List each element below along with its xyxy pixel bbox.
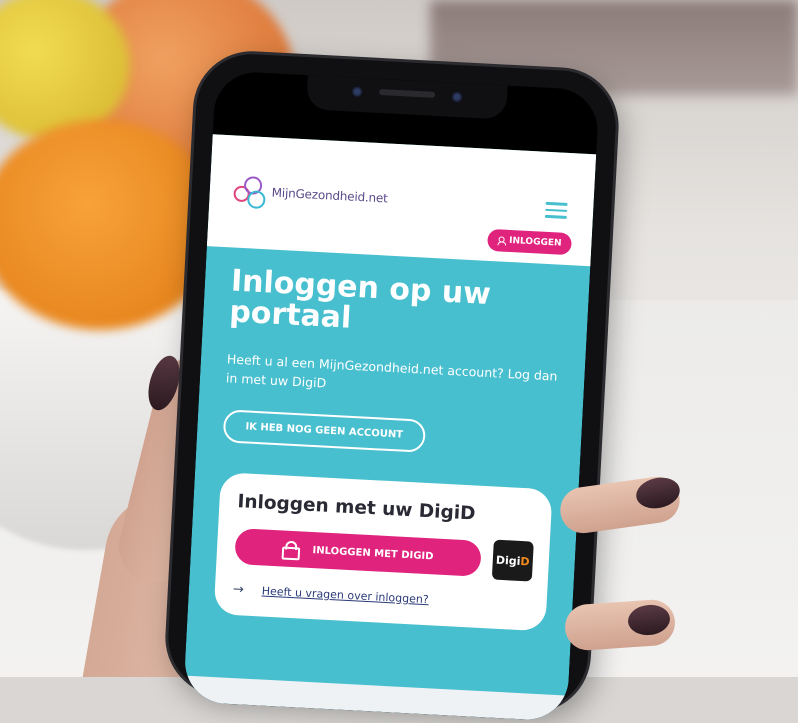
page-footer-strip: [182, 675, 568, 722]
person-icon: [497, 236, 505, 245]
hamburger-icon[interactable]: [544, 201, 568, 219]
digid-logo-text: Digi: [495, 553, 521, 568]
speaker-grille: [379, 88, 436, 98]
lock-icon: [282, 541, 299, 558]
digid-logo: Digi D: [491, 539, 534, 582]
site-header: MijnGezondheid.net INLOGGEN: [206, 134, 597, 267]
camera-icon: [450, 90, 464, 104]
digid-logo-text-accent: D: [520, 554, 530, 568]
logo-icon: [233, 175, 267, 210]
arrow-right-icon: →: [232, 581, 245, 598]
header-login-label: INLOGGEN: [508, 235, 562, 249]
digid-card-title: Inloggen met uw DigiD: [236, 491, 476, 525]
login-with-digid-button[interactable]: INLOGGEN MET DIGID: [234, 528, 482, 577]
hero-description: Heeft u al een MijnGezondheid.net accoun…: [225, 351, 558, 391]
page-title-line2: portaal: [228, 294, 353, 336]
hero-section: Inloggen op uw portaal Heeft u al een Mi…: [197, 246, 591, 461]
no-account-button[interactable]: IK HEB NOG GEEN ACCOUNT: [222, 409, 426, 453]
login-help: → Heeft u vragen over inloggen?: [233, 582, 531, 613]
digid-card-actions: INLOGGEN MET DIGID Digi D: [234, 526, 534, 582]
site-logo[interactable]: MijnGezondheid.net: [233, 175, 388, 213]
header-login-button[interactable]: INLOGGEN: [486, 228, 573, 256]
smartphone: MijnGezondheid.net INLOGGEN Inloggen op …: [165, 51, 619, 722]
phone-notch: [306, 75, 508, 120]
logo-text: MijnGezondheid.net: [271, 185, 388, 206]
page-title: Inloggen op uw portaal: [228, 263, 568, 344]
login-help-link[interactable]: Heeft u vragen over inloggen?: [261, 584, 429, 606]
phone-screen: MijnGezondheid.net INLOGGEN Inloggen op …: [182, 70, 600, 722]
camera-icon: [350, 85, 364, 99]
login-with-digid-label: INLOGGEN MET DIGID: [312, 544, 434, 562]
digid-card: Inloggen met uw DigiD INLOGGEN MET DIGID…: [213, 472, 553, 632]
app-page: MijnGezondheid.net INLOGGEN Inloggen op …: [182, 134, 597, 722]
